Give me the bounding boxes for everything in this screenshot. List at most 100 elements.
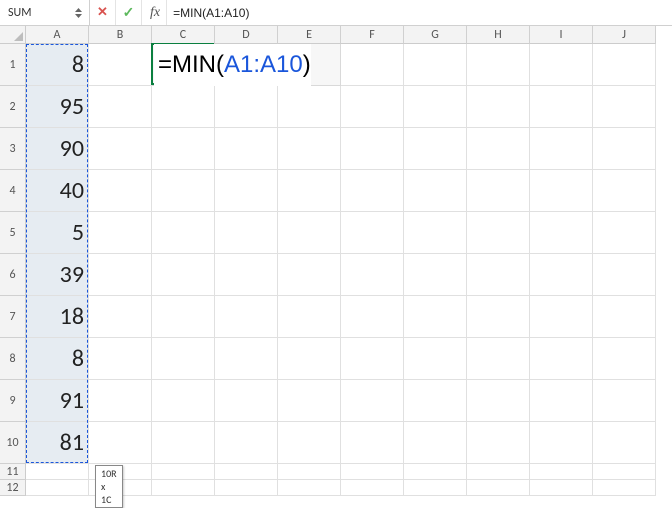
cell-E2[interactable] [278, 86, 341, 128]
cell-I4[interactable] [530, 170, 593, 212]
cell-F6[interactable] [341, 254, 404, 296]
cell-C11[interactable] [152, 464, 215, 480]
cell-I1[interactable] [530, 44, 593, 86]
cell-C10[interactable] [152, 422, 215, 464]
cell-G3[interactable] [404, 128, 467, 170]
cell-F8[interactable] [341, 338, 404, 380]
cell-F2[interactable] [341, 86, 404, 128]
cell-C6[interactable] [152, 254, 215, 296]
cell-G11[interactable] [404, 464, 467, 480]
cell-A12[interactable] [26, 480, 89, 496]
cell-F1[interactable] [341, 44, 404, 86]
cell-E8[interactable] [278, 338, 341, 380]
cell-E7[interactable] [278, 296, 341, 338]
cell-C5[interactable] [152, 212, 215, 254]
cell-E11[interactable] [278, 464, 341, 480]
cell-A3[interactable]: 90 [26, 128, 89, 170]
cell-H3[interactable] [467, 128, 530, 170]
column-header-D[interactable]: D [215, 26, 278, 44]
row-header-8[interactable]: 8 [0, 338, 26, 380]
cell-G8[interactable] [404, 338, 467, 380]
cell-H12[interactable] [467, 480, 530, 496]
cell-D9[interactable] [215, 380, 278, 422]
cell-D1[interactable] [215, 44, 278, 86]
cell-F10[interactable] [341, 422, 404, 464]
cell-D5[interactable] [215, 212, 278, 254]
cell-D7[interactable] [215, 296, 278, 338]
cell-H6[interactable] [467, 254, 530, 296]
cell-G12[interactable] [404, 480, 467, 496]
cell-C8[interactable] [152, 338, 215, 380]
cell-F5[interactable] [341, 212, 404, 254]
row-header-7[interactable]: 7 [0, 296, 26, 338]
cell-J9[interactable] [593, 380, 656, 422]
cell-C4[interactable] [152, 170, 215, 212]
cell-H5[interactable] [467, 212, 530, 254]
cell-G4[interactable] [404, 170, 467, 212]
column-header-F[interactable]: F [341, 26, 404, 44]
cell-J7[interactable] [593, 296, 656, 338]
cell-D6[interactable] [215, 254, 278, 296]
cell-G5[interactable] [404, 212, 467, 254]
cell-I12[interactable] [530, 480, 593, 496]
cell-B10[interactable] [89, 422, 152, 464]
cell-F12[interactable] [341, 480, 404, 496]
cell-H9[interactable] [467, 380, 530, 422]
row-header-1[interactable]: 1 [0, 44, 26, 86]
cell-G2[interactable] [404, 86, 467, 128]
cell-C2[interactable] [152, 86, 215, 128]
cell-A11[interactable] [26, 464, 89, 480]
column-header-H[interactable]: H [467, 26, 530, 44]
cell-C7[interactable] [152, 296, 215, 338]
cell-C9[interactable] [152, 380, 215, 422]
cell-C12[interactable] [152, 480, 215, 496]
cell-H8[interactable] [467, 338, 530, 380]
cell-A10[interactable]: 81 [26, 422, 89, 464]
name-box-spinner[interactable] [74, 7, 85, 19]
cell-E10[interactable] [278, 422, 341, 464]
cell-H10[interactable] [467, 422, 530, 464]
cell-I10[interactable] [530, 422, 593, 464]
cell-J5[interactable] [593, 212, 656, 254]
cell-B9[interactable] [89, 380, 152, 422]
cell-A5[interactable]: 5 [26, 212, 89, 254]
cell-A4[interactable]: 40 [26, 170, 89, 212]
cell-I5[interactable] [530, 212, 593, 254]
cell-B2[interactable] [89, 86, 152, 128]
cell-D2[interactable] [215, 86, 278, 128]
cell-H4[interactable] [467, 170, 530, 212]
cell-B7[interactable] [89, 296, 152, 338]
cell-B8[interactable] [89, 338, 152, 380]
cell-H1[interactable] [467, 44, 530, 86]
cell-E3[interactable] [278, 128, 341, 170]
column-header-E[interactable]: E [278, 26, 341, 44]
cell-F4[interactable] [341, 170, 404, 212]
cell-C3[interactable] [152, 128, 215, 170]
cell-J12[interactable] [593, 480, 656, 496]
column-header-I[interactable]: I [530, 26, 593, 44]
cell-J4[interactable] [593, 170, 656, 212]
column-header-A[interactable]: A [26, 26, 89, 44]
cell-J2[interactable] [593, 86, 656, 128]
cell-B4[interactable] [89, 170, 152, 212]
cell-E12[interactable] [278, 480, 341, 496]
cell-D4[interactable] [215, 170, 278, 212]
cell-D12[interactable] [215, 480, 278, 496]
column-header-G[interactable]: G [404, 26, 467, 44]
cell-J8[interactable] [593, 338, 656, 380]
cell-A9[interactable]: 91 [26, 380, 89, 422]
cell-I2[interactable] [530, 86, 593, 128]
cell-B1[interactable] [89, 44, 152, 86]
cell-A6[interactable]: 39 [26, 254, 89, 296]
cell-B3[interactable] [89, 128, 152, 170]
cell-I3[interactable] [530, 128, 593, 170]
cell-J10[interactable] [593, 422, 656, 464]
row-header-10[interactable]: 10 [0, 422, 26, 464]
cell-H11[interactable] [467, 464, 530, 480]
cell-D8[interactable] [215, 338, 278, 380]
formula-input[interactable] [173, 6, 672, 20]
cell-G7[interactable] [404, 296, 467, 338]
fx-icon[interactable]: fx [142, 5, 166, 21]
cell-E5[interactable] [278, 212, 341, 254]
cell-G9[interactable] [404, 380, 467, 422]
